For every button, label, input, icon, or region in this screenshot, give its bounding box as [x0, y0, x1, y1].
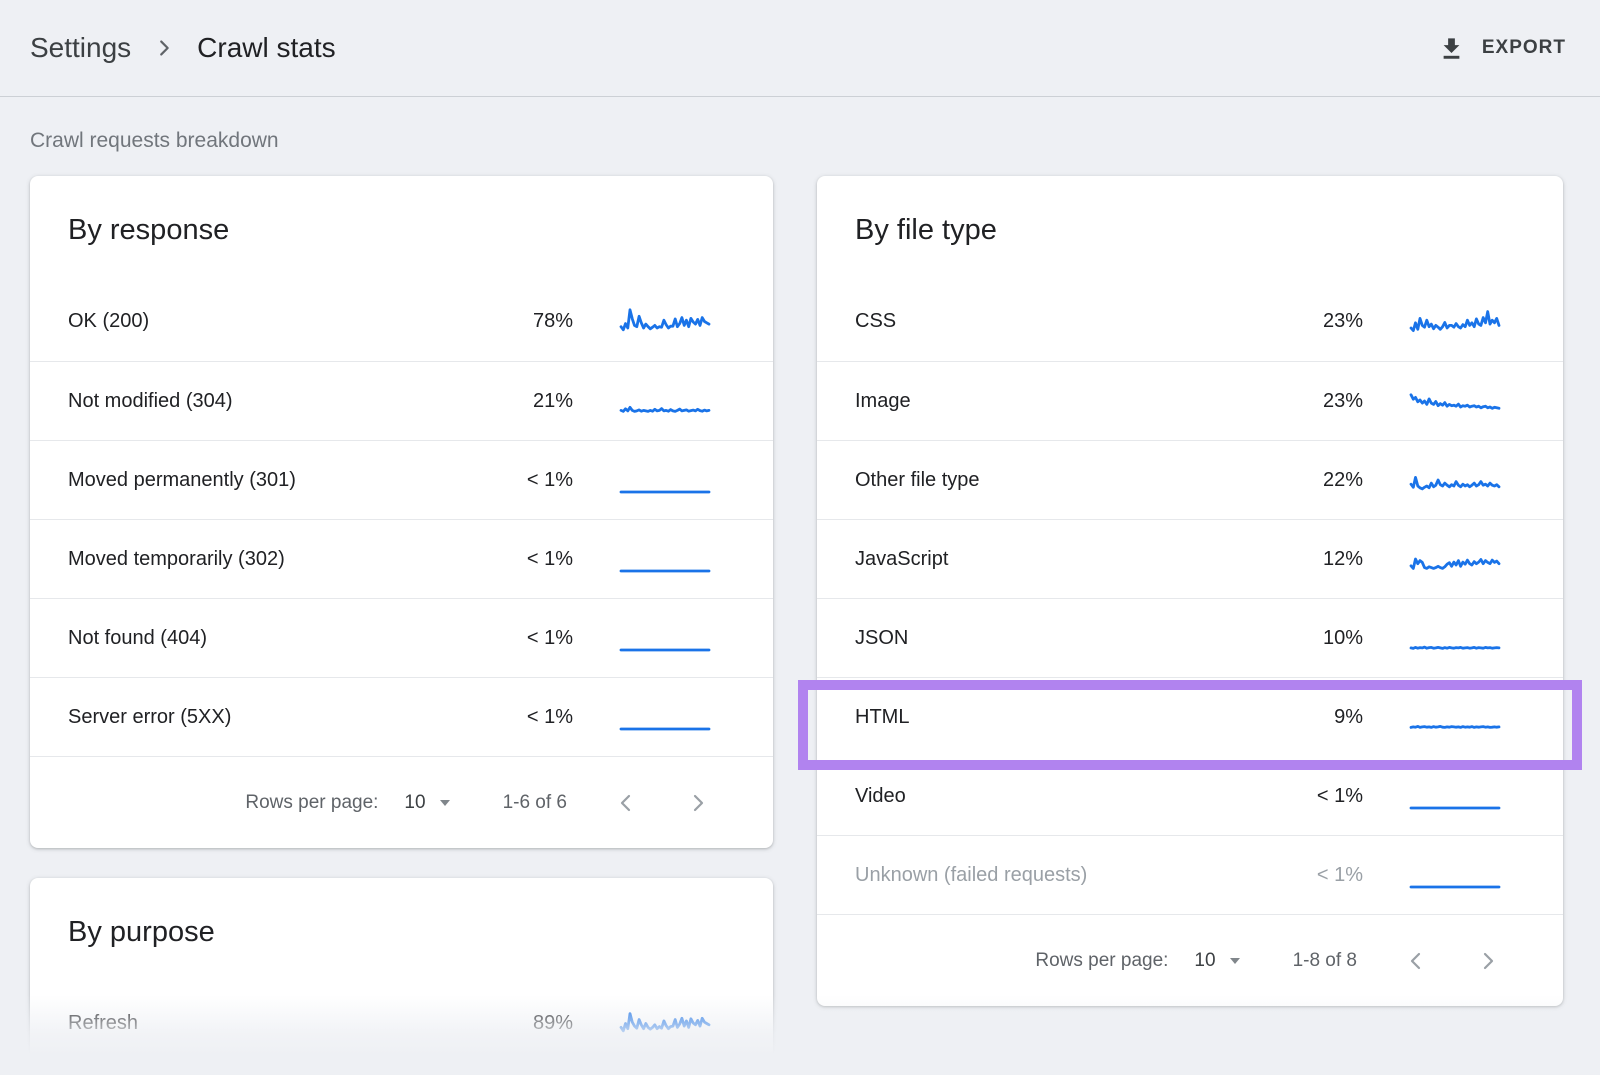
rows-per-page-value: 10	[404, 792, 425, 814]
sparkline-chart	[1409, 622, 1501, 654]
table-row[interactable]: Refresh89%	[30, 984, 773, 1063]
page-header: Settings Crawl stats EXPORT	[0, 0, 1600, 97]
table-row[interactable]: Moved temporarily (302)< 1%	[30, 519, 773, 598]
row-label: JavaScript	[855, 548, 1253, 571]
breadcrumb-current-page: Crawl stats	[197, 32, 335, 64]
row-label: HTML	[855, 706, 1253, 729]
pagination-range: 1-6 of 6	[503, 792, 567, 814]
table-row[interactable]: HTML9%	[817, 677, 1563, 756]
row-percentage: 10%	[1253, 627, 1363, 650]
table-row[interactable]: CSS23%	[817, 282, 1563, 361]
table-row[interactable]: Image23%	[817, 361, 1563, 440]
rows-per-page-select[interactable]: 10	[404, 792, 450, 814]
row-percentage: 23%	[1253, 310, 1363, 333]
sparkline-chart	[1409, 701, 1501, 733]
table-row[interactable]: Server error (5XX)< 1%	[30, 677, 773, 756]
table-row[interactable]: Not found (404)< 1%	[30, 598, 773, 677]
left-column: By responseOK (200)78%Not modified (304)…	[30, 176, 773, 1075]
rows-per-page-value: 10	[1194, 950, 1215, 972]
card-footer: Rows per page: 10 1-8 of 8	[817, 914, 1563, 1006]
row-label: JSON	[855, 627, 1253, 650]
table-row[interactable]: JSON10%	[817, 598, 1563, 677]
sparkline-chart	[619, 385, 711, 417]
row-label: Not modified (304)	[68, 390, 463, 413]
row-label: CSS	[855, 310, 1253, 333]
row-label: Moved temporarily (302)	[68, 548, 463, 571]
sparkline-chart	[1409, 543, 1501, 575]
right-column: By file typeCSS23%Image23%Other file typ…	[817, 176, 1563, 1006]
card-title: By purpose	[30, 878, 773, 949]
prev-page-button[interactable]	[1403, 948, 1429, 974]
crawl-stats-page: Settings Crawl stats EXPORT Crawl reques…	[0, 0, 1600, 1075]
prev-page-button[interactable]	[613, 790, 639, 816]
row-percentage: < 1%	[463, 706, 573, 729]
row-label: OK (200)	[68, 310, 463, 333]
export-label: EXPORT	[1482, 37, 1566, 59]
row-percentage: < 1%	[463, 469, 573, 492]
row-percentage: 22%	[1253, 469, 1363, 492]
card-by-response: By responseOK (200)78%Not modified (304)…	[30, 176, 773, 848]
sparkline-chart	[1409, 306, 1501, 338]
row-label: Refresh	[68, 1012, 463, 1035]
card-title: By response	[30, 176, 773, 247]
row-label: Other file type	[855, 469, 1253, 492]
card-by-purpose: By purpose Refresh89%	[30, 878, 773, 1075]
row-percentage: < 1%	[1253, 864, 1363, 887]
sparkline-chart	[1409, 464, 1501, 496]
card-title: By file type	[817, 176, 1563, 247]
dropdown-arrow-icon	[1229, 957, 1241, 965]
row-percentage: 12%	[1253, 548, 1363, 571]
sparkline-chart	[619, 622, 711, 654]
table-row[interactable]: Not modified (304)21%	[30, 361, 773, 440]
section-title: Crawl requests breakdown	[0, 97, 1600, 153]
table-row[interactable]: Moved permanently (301)< 1%	[30, 440, 773, 519]
cards-grid: By responseOK (200)78%Not modified (304)…	[0, 153, 1600, 1075]
pagination-range: 1-8 of 8	[1293, 950, 1357, 972]
card-footer: Rows per page: 10 1-6 of 6	[30, 756, 773, 848]
row-label: Server error (5XX)	[68, 706, 463, 729]
table-row[interactable]: JavaScript12%	[817, 519, 1563, 598]
rows-list: CSS23%Image23%Other file type22%JavaScri…	[817, 282, 1563, 914]
rows-list: OK (200)78%Not modified (304)21%Moved pe…	[30, 282, 773, 756]
row-percentage: 78%	[463, 310, 573, 333]
table-row[interactable]: Other file type22%	[817, 440, 1563, 519]
breadcrumb-chevron-icon	[153, 37, 175, 59]
rows-per-page-select[interactable]: 10	[1194, 950, 1240, 972]
sparkline-chart	[619, 306, 711, 338]
row-percentage: < 1%	[463, 627, 573, 650]
table-row[interactable]: Video< 1%	[817, 756, 1563, 835]
row-label: Not found (404)	[68, 627, 463, 650]
row-percentage: 21%	[463, 390, 573, 413]
export-button[interactable]: EXPORT	[1438, 35, 1566, 62]
sparkline-chart	[1409, 780, 1501, 812]
breadcrumb: Settings Crawl stats	[30, 32, 336, 64]
table-row[interactable]: Unknown (failed requests)< 1%	[817, 835, 1563, 914]
sparkline-chart	[1409, 385, 1501, 417]
row-label: Moved permanently (301)	[68, 469, 463, 492]
row-percentage: 89%	[463, 1012, 573, 1035]
download-icon	[1438, 35, 1465, 62]
rows-per-page-label: Rows per page:	[245, 792, 378, 814]
next-page-button[interactable]	[1475, 948, 1501, 974]
card-by-file-type: By file typeCSS23%Image23%Other file typ…	[817, 176, 1563, 1006]
dropdown-arrow-icon	[439, 799, 451, 807]
row-label: Video	[855, 785, 1253, 808]
row-percentage: 9%	[1253, 706, 1363, 729]
sparkline-chart	[619, 464, 711, 496]
row-label: Unknown (failed requests)	[855, 864, 1253, 887]
rows-list: Refresh89%	[30, 984, 773, 1063]
rows-per-page-label: Rows per page:	[1035, 950, 1168, 972]
sparkline-chart	[1409, 859, 1501, 891]
row-percentage: 23%	[1253, 390, 1363, 413]
sparkline-chart	[619, 701, 711, 733]
row-percentage: < 1%	[1253, 785, 1363, 808]
sparkline-chart	[619, 543, 711, 575]
row-label: Image	[855, 390, 1253, 413]
table-row[interactable]: OK (200)78%	[30, 282, 773, 361]
next-page-button[interactable]	[685, 790, 711, 816]
row-percentage: < 1%	[463, 548, 573, 571]
sparkline-chart	[619, 1008, 711, 1040]
breadcrumb-settings-link[interactable]: Settings	[30, 32, 131, 64]
